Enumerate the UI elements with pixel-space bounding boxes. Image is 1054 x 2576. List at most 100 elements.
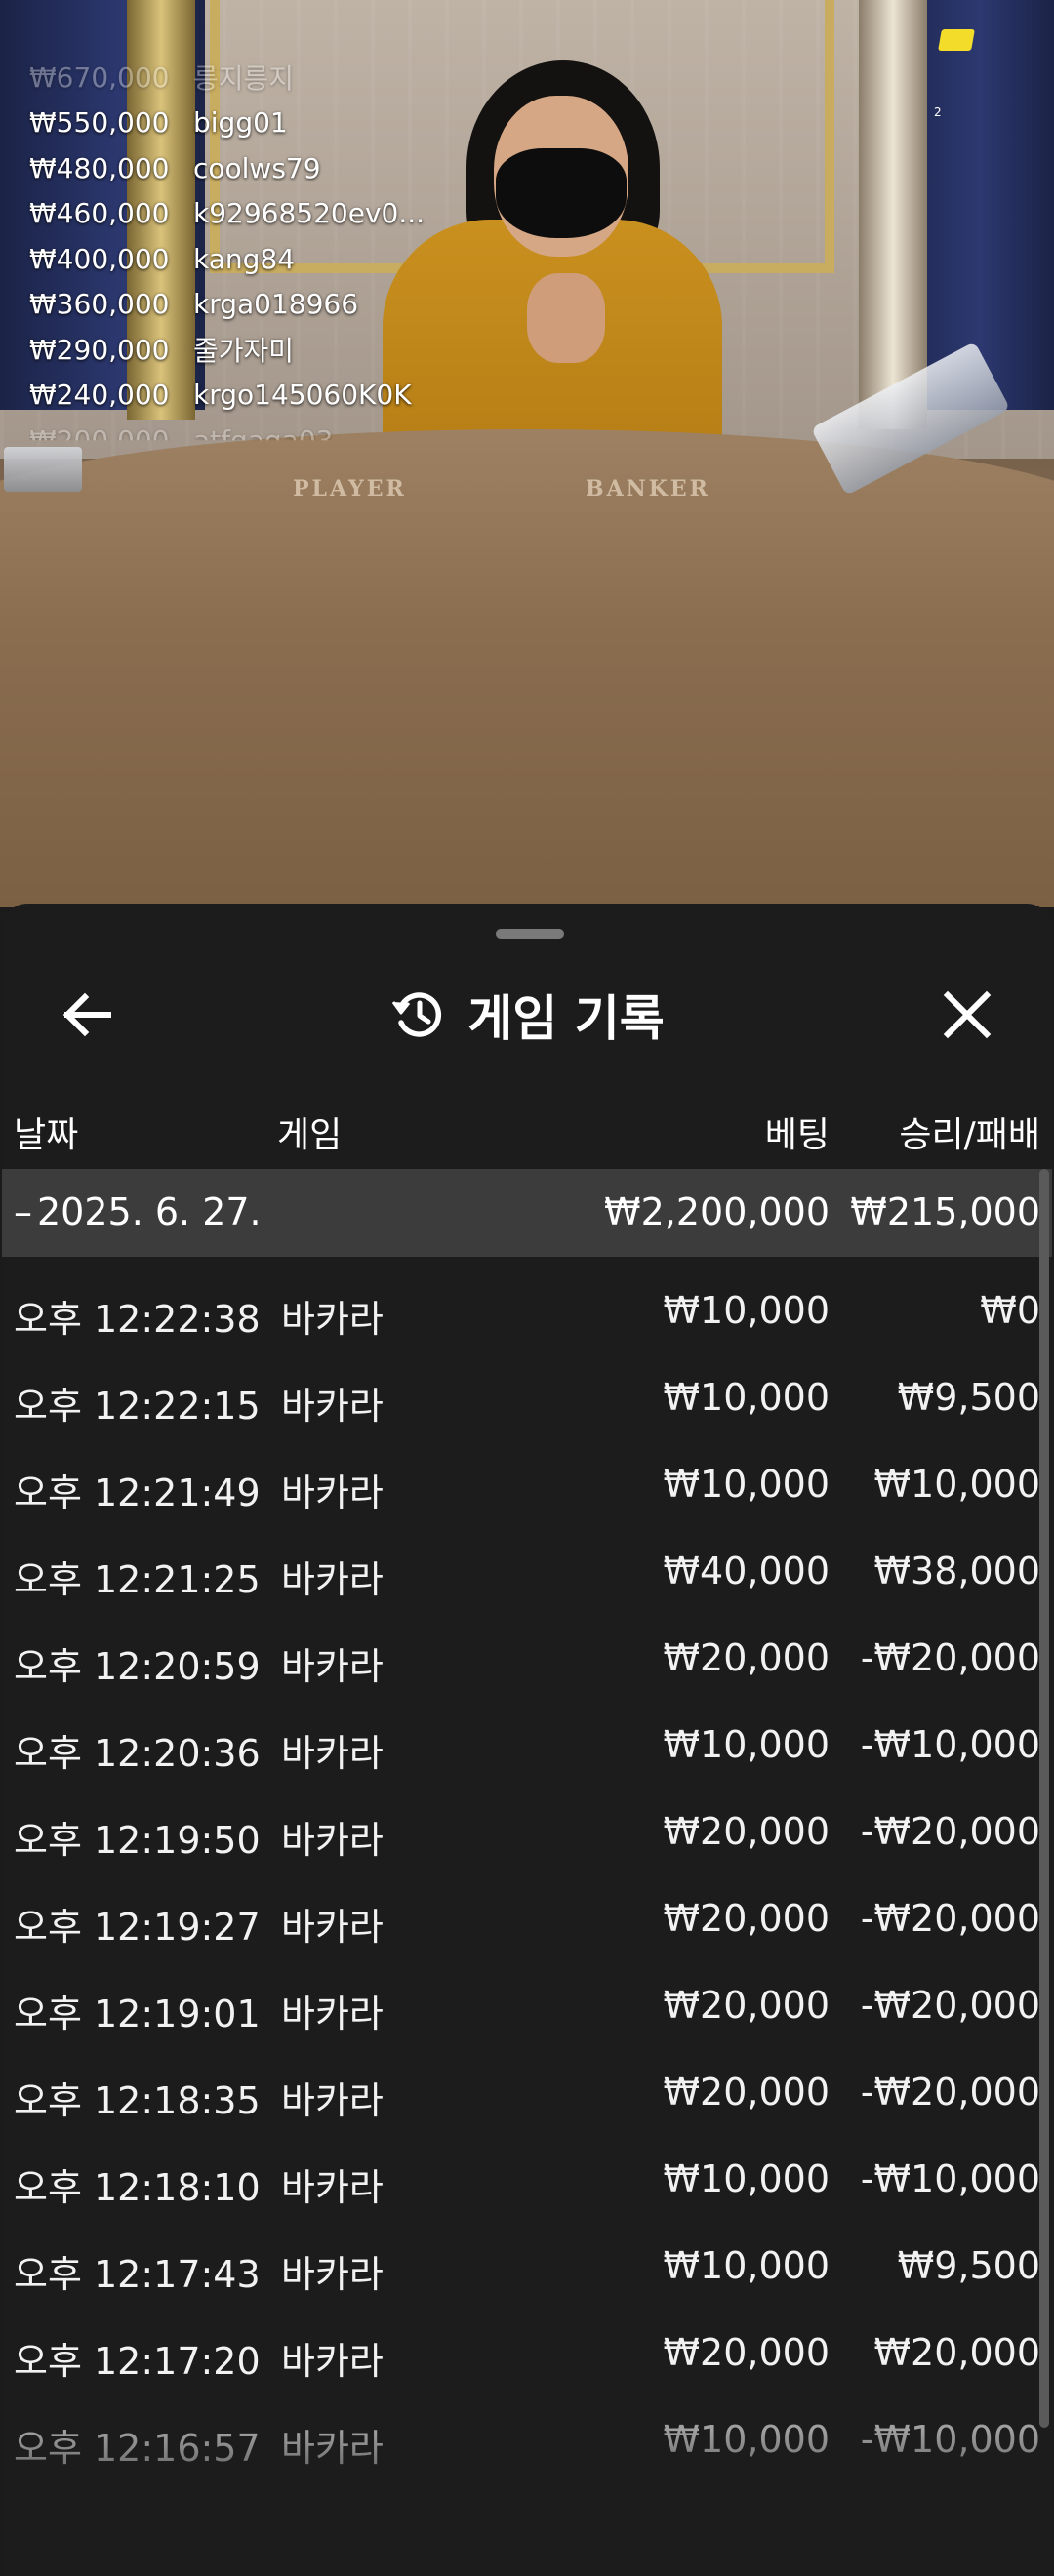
row-bet: ₩10,000 <box>663 2244 830 2287</box>
row-game: 바카라 <box>281 1732 384 1775</box>
history-row[interactable]: 오후 12:16:57 바카라 ₩10,000 -₩10,000 <box>2 2386 1052 2473</box>
leaderboard-user: krga018966 <box>193 288 359 321</box>
column-header-row: 날짜 게임 베팅 승리/패배 <box>2 1099 1052 1157</box>
row-game: 바카라 <box>281 1385 384 1428</box>
game-history-panel: 게임 기록 날짜 게임 베팅 승리/패배 – 2025. 6. 27. ₩2,2… <box>2 904 1052 2576</box>
row-bet: ₩20,000 <box>663 1984 830 2027</box>
row-result: -₩20,000 <box>860 1636 1040 1679</box>
row-time: 오후 12:17:20 <box>14 2340 261 2383</box>
row-bet: ₩20,000 <box>663 1636 830 1679</box>
leaderboard-amount: ₩400,000 <box>29 242 170 275</box>
history-scrollbar[interactable] <box>1039 1169 1049 2428</box>
date-group-row[interactable]: – 2025. 6. 27. ₩2,200,000 ₩215,000 <box>2 1169 1052 1257</box>
history-row[interactable]: 오후 12:18:10 바카라 ₩10,000 -₩10,000 <box>2 2125 1052 2212</box>
row-game: 바카라 <box>281 2340 384 2383</box>
row-time: 오후 12:22:38 <box>14 1298 261 1341</box>
column-header-game[interactable]: 게임 <box>277 1107 342 1157</box>
row-result: ₩9,500 <box>897 1376 1040 1419</box>
leaderboard-row: ₩670,000 릉지릉지 <box>29 55 425 101</box>
row-result: -₩10,000 <box>860 2157 1040 2200</box>
row-bet: ₩20,000 <box>663 1810 830 1853</box>
leaderboard-user: krgo145060K0K <box>193 379 412 412</box>
close-icon <box>943 990 992 1039</box>
leaderboard-row: ₩400,000 kang84 <box>29 236 425 282</box>
leaderboard-amount: ₩460,000 <box>29 197 170 230</box>
row-bet: ₩10,000 <box>663 1289 830 1332</box>
leaderboard-row: ₩200,000 atfgaga03 <box>29 418 425 457</box>
row-bet: ₩20,000 <box>663 1897 830 1940</box>
leaderboard-user: bigg01 <box>193 106 288 140</box>
panel-title-text: 게임 기록 <box>467 990 665 1047</box>
history-row[interactable]: 오후 12:20:59 바카라 ₩20,000 -₩20,000 <box>2 1604 1052 1691</box>
row-time: 오후 12:16:32 <box>14 2505 261 2509</box>
row-time: 오후 12:22:15 <box>14 1385 261 1428</box>
column-header-result[interactable]: 승리/패배 <box>899 1107 1040 1157</box>
row-game: 바카라 <box>281 1906 384 1949</box>
row-bet: ₩10,000 <box>663 2157 830 2200</box>
row-time: 오후 12:21:25 <box>14 1558 261 1601</box>
history-row[interactable]: 오후 12:21:25 바카라 ₩40,000 ₩38,000 <box>2 1517 1052 1604</box>
leaderboard-row: ₩550,000 bigg01 <box>29 101 425 146</box>
row-bet: ₩10,000 <box>663 2418 830 2461</box>
history-row[interactable]: 오후 12:16:32 바카라 ₩10,000 ₩9,500 <box>2 2473 1052 2548</box>
column-header-date[interactable]: 날짜 <box>14 1107 78 1157</box>
history-row[interactable]: 오후 12:19:27 바카라 ₩20,000 -₩20,000 <box>2 1865 1052 1952</box>
history-row[interactable]: 오후 12:18:35 바카라 ₩20,000 -₩20,000 <box>2 2038 1052 2125</box>
row-result: -₩20,000 <box>860 2071 1040 2113</box>
row-game: 바카라 <box>281 1992 384 2035</box>
history-row[interactable]: 오후 12:17:43 바카라 ₩10,000 ₩9,500 <box>2 2212 1052 2299</box>
history-icon <box>392 992 442 1037</box>
leaderboard-amount: ₩360,000 <box>29 288 170 321</box>
row-result: -₩20,000 <box>860 1897 1040 1940</box>
row-game: 바카라 <box>281 2079 384 2122</box>
history-row[interactable]: 오후 12:17:20 바카라 ₩20,000 ₩20,000 <box>2 2299 1052 2386</box>
row-result: ₩9,500 <box>897 2505 1040 2548</box>
row-game: 바카라 <box>281 1558 384 1601</box>
leaderboard-user: k92968520ev0... <box>193 197 426 230</box>
row-game: 바카라 <box>281 2427 384 2470</box>
leaderboard-row: ₩240,000 krgo145060K0K <box>29 373 425 419</box>
row-result: -₩20,000 <box>860 1810 1040 1853</box>
sheet-drag-handle[interactable] <box>496 929 564 939</box>
row-game: 바카라 <box>281 1298 384 1341</box>
row-result: ₩0 <box>980 1289 1040 1332</box>
close-button[interactable] <box>933 984 1001 1046</box>
history-row[interactable]: 오후 12:19:01 바카라 ₩20,000 -₩20,000 <box>2 1952 1052 2038</box>
panel-header: 게임 기록 <box>2 964 1052 1062</box>
leaderboard-user: coolws79 <box>193 151 321 184</box>
live-video-stream: PLAYER BANKER 2 ₩670,000 릉지릉지 ₩550,000 b… <box>0 0 1054 907</box>
row-bet: ₩20,000 <box>663 2331 830 2374</box>
row-game: 바카라 <box>281 2253 384 2296</box>
leaderboard-user: 릉지릉지 <box>193 62 295 96</box>
row-time: 오후 12:19:27 <box>14 1906 261 1949</box>
leaderboard-user: atfgaga03 <box>193 423 334 457</box>
winners-leaderboard: ₩670,000 릉지릉지 ₩550,000 bigg01 ₩480,000 c… <box>29 55 425 463</box>
row-time: 오후 12:21:49 <box>14 1471 261 1514</box>
row-bet: ₩10,000 <box>663 1723 830 1766</box>
collapse-toggle[interactable]: – <box>14 1190 32 1233</box>
history-row[interactable]: 오후 12:19:50 바카라 ₩20,000 -₩20,000 <box>2 1778 1052 1865</box>
row-game: 바카라 <box>281 1645 384 1688</box>
leaderboard-amount: ₩550,000 <box>29 106 170 140</box>
row-result: -₩20,000 <box>860 1984 1040 2027</box>
leaderboard-user: 줄가자미 <box>193 335 295 368</box>
date-group-date: 2025. 6. 27. <box>37 1190 262 1233</box>
row-result: -₩10,000 <box>860 2418 1040 2461</box>
stats-flag-icon <box>938 29 975 51</box>
leaderboard-row: ₩290,000 줄가자미 <box>29 327 425 373</box>
row-time: 오후 12:19:50 <box>14 1819 261 1862</box>
history-row[interactable]: 오후 12:22:38 바카라 ₩10,000 ₩0 <box>2 1257 1052 1344</box>
history-row[interactable]: 오후 12:21:49 바카라 ₩10,000 ₩10,000 <box>2 1430 1052 1517</box>
column-header-bet[interactable]: 베팅 <box>765 1107 830 1157</box>
row-time: 오후 12:17:43 <box>14 2253 261 2296</box>
row-game: 바카라 <box>281 2505 384 2509</box>
row-result: ₩20,000 <box>873 2331 1040 2374</box>
row-bet: ₩10,000 <box>663 1463 830 1506</box>
baccarat-table <box>0 429 1054 907</box>
row-result: ₩10,000 <box>873 1463 1040 1506</box>
dealer-hands <box>527 273 605 363</box>
side-stat-number: 2 <box>934 105 942 119</box>
history-row[interactable]: 오후 12:20:36 바카라 ₩10,000 -₩10,000 <box>2 1691 1052 1778</box>
history-row[interactable]: 오후 12:22:15 바카라 ₩10,000 ₩9,500 <box>2 1344 1052 1430</box>
row-time: 오후 12:18:35 <box>14 2079 261 2122</box>
